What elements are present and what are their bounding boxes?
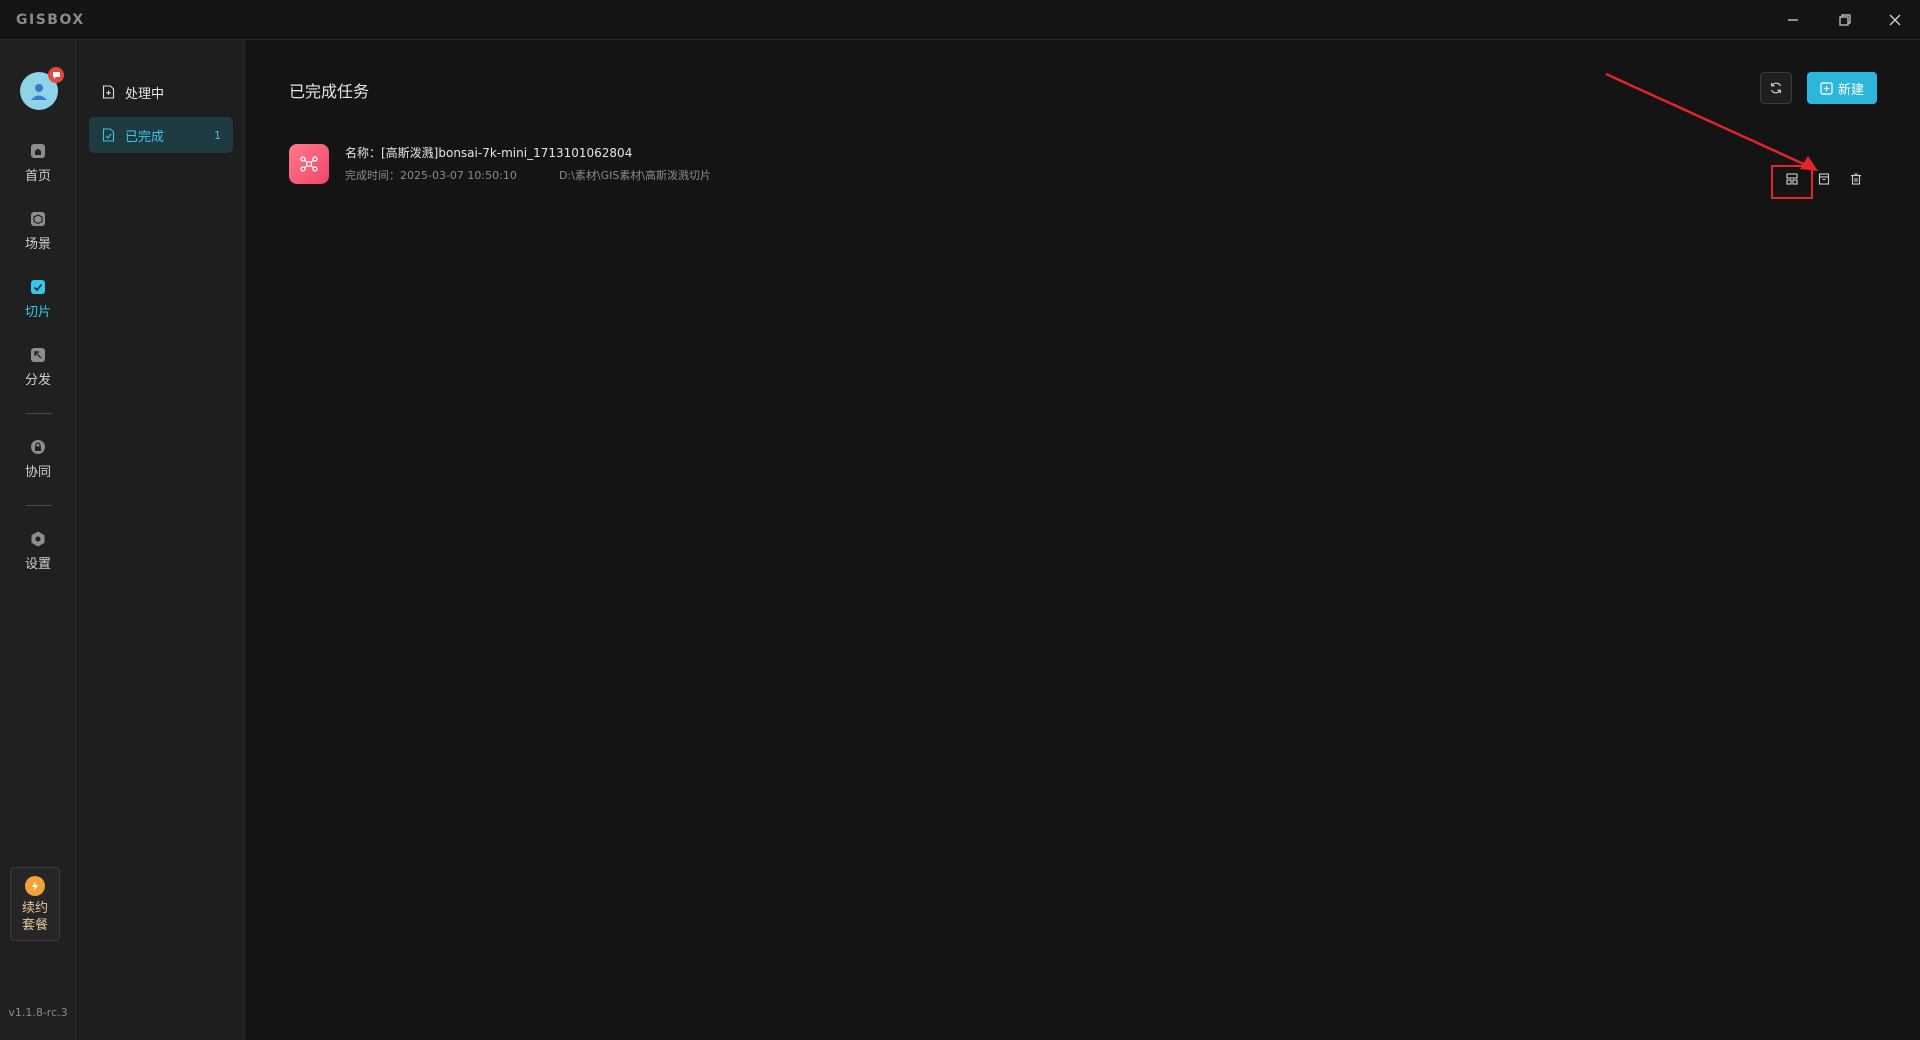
completed-count-badge: 1 [214, 128, 221, 142]
rail-item-settings[interactable]: 设置 [0, 520, 76, 580]
title-bar: GISBOX [0, 0, 1920, 40]
trash-icon [1851, 173, 1861, 185]
rail-divider [26, 413, 52, 414]
restore-icon [1839, 14, 1851, 26]
distribute-icon [28, 345, 48, 365]
rail-item-slice[interactable]: 切片 [0, 268, 76, 328]
delete-task-button[interactable] [1843, 166, 1869, 192]
subnav-item-label: 处理中 [125, 86, 165, 102]
close-icon [1889, 14, 1901, 26]
renew-plan-button[interactable]: 续约 套餐 [10, 867, 60, 941]
task-output-path[interactable]: D:\素材\GIS素材\高斯泼溅切片 [559, 167, 711, 183]
main-panel: 已完成任务 新建 名称：[高斯泼溅]bonsai-7k-mini_1713101… [246, 40, 1920, 1040]
task-name: 名称：[高斯泼溅]bonsai-7k-mini_1713101062804 [345, 146, 633, 160]
file-check-icon [101, 128, 115, 142]
app-logo: GISBOX [16, 12, 85, 28]
task-status-sidebar: 处理中 已完成 1 [77, 40, 245, 1040]
renew-plan-label: 续约 套餐 [21, 901, 48, 933]
new-task-label: 新建 [1837, 82, 1864, 98]
subnav-item-label: 已完成 [125, 129, 165, 145]
rail-item-collaborate[interactable]: 协同 [0, 428, 76, 488]
rail-item-home[interactable]: 首页 [0, 132, 76, 192]
rail-item-label: 协同 [24, 464, 51, 480]
rail-item-label: 场景 [24, 236, 51, 252]
subnav-item-completed[interactable]: 已完成 1 [89, 117, 233, 153]
rail-item-label: 设置 [24, 556, 51, 572]
slice-icon [28, 277, 48, 297]
close-button[interactable] [1872, 0, 1918, 40]
file-add-icon [101, 85, 115, 99]
left-rail: 首页 场景 切片 分发 协同 设置 续约 套餐 [0, 40, 76, 1040]
minimize-icon [1788, 19, 1798, 21]
bolt-icon [25, 876, 45, 896]
home-icon [28, 141, 48, 161]
avatar[interactable] [20, 67, 64, 110]
gear-icon [28, 529, 48, 549]
rail-item-label: 首页 [24, 168, 51, 184]
task-finished-time: 完成时间：2025-03-07 10:50:10 [345, 169, 517, 182]
app-version: v1.1.8-rc.3 [8, 1006, 68, 1019]
rail-item-scene[interactable]: 场景 [0, 200, 76, 260]
message-badge[interactable] [48, 67, 64, 83]
annotation-arrow [1605, 72, 1818, 171]
cube-icon [28, 209, 48, 229]
subnav-item-processing[interactable]: 处理中 [89, 74, 233, 110]
lock-icon [28, 437, 48, 457]
chat-icon [52, 71, 60, 79]
rail-item-label: 分发 [24, 372, 51, 388]
gaussian-splat-icon [289, 144, 329, 184]
user-icon [31, 84, 47, 100]
rail-item-label: 切片 [24, 304, 51, 320]
rail-divider [26, 505, 52, 506]
minimize-button[interactable] [1770, 0, 1816, 40]
restore-button[interactable] [1822, 0, 1868, 40]
rail-item-distribute[interactable]: 分发 [0, 336, 76, 396]
page-title: 已完成任务 [289, 82, 370, 101]
